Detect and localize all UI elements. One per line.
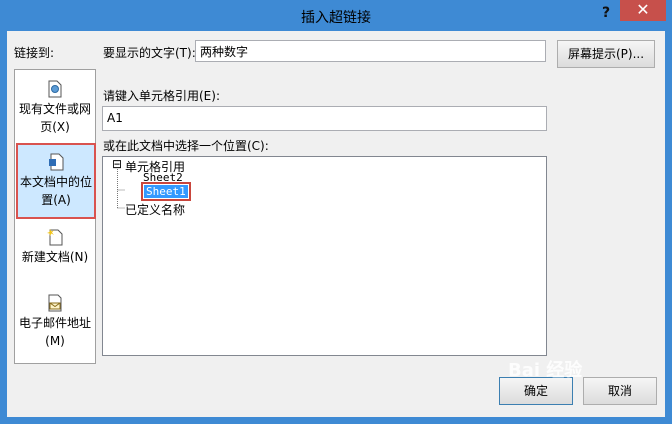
cell-ref-label: 请键入单元格引用(E): [103,89,220,103]
screen-tip-button[interactable]: 屏幕提示(P)... [557,40,655,68]
close-button[interactable]: ✕ [620,0,666,21]
display-text-field[interactable]: 两种数字 [195,40,546,62]
tree-node-defined-names[interactable]: 已定义名称 [125,201,185,218]
dialog-title: 插入超链接 [301,10,371,26]
nav-label: 现有文件或网 [18,102,91,116]
place-tree[interactable]: ⊟ 单元格引用 Sheet2 Sheet1 已定义名称 [102,156,547,356]
new-document-icon [47,229,63,246]
display-text-label: 要显示的文字(T): [103,46,196,60]
link-to-label: 链接到: [14,46,55,60]
nav-label: 页(X) [40,120,70,134]
place-label: 或在此文档中选择一个位置(C): [103,139,269,153]
nav-label: (M) [45,334,65,348]
tree-node-sheet1[interactable]: Sheet1 [141,182,191,201]
nav-this-document[interactable]: 本文档中的位 置(A) [16,143,96,219]
nav-email-address[interactable]: 电子邮件地址 (M) [15,294,95,354]
cell-ref-field[interactable]: A1 [102,106,547,131]
nav-label: 本文档中的位 [19,175,92,189]
help-button[interactable]: ? [597,4,615,22]
tree-node-sheet2[interactable]: Sheet2 [143,171,183,184]
nav-existing-file[interactable]: 现有文件或网 页(X) [15,80,95,140]
globe-page-icon [48,80,62,98]
title-bar: 插入超链接 ? ✕ [0,0,672,32]
nav-label: 新建文档(N) [21,250,89,264]
nav-label: 置(A) [41,193,71,207]
email-icon [48,294,62,312]
cancel-button[interactable]: 取消 [583,377,657,405]
nav-new-document[interactable]: 新建文档(N) [15,228,95,268]
nav-label: 电子邮件地址 [18,316,91,330]
baidu-watermark: Bai 经验 [508,360,583,381]
tree-expander-icon[interactable]: ⊟ [112,157,122,171]
document-location-icon [49,153,64,171]
link-to-panel: 现有文件或网 页(X) 本文档中的位 置(A) 新建文档(N) 电子邮件地址 (… [14,69,96,364]
